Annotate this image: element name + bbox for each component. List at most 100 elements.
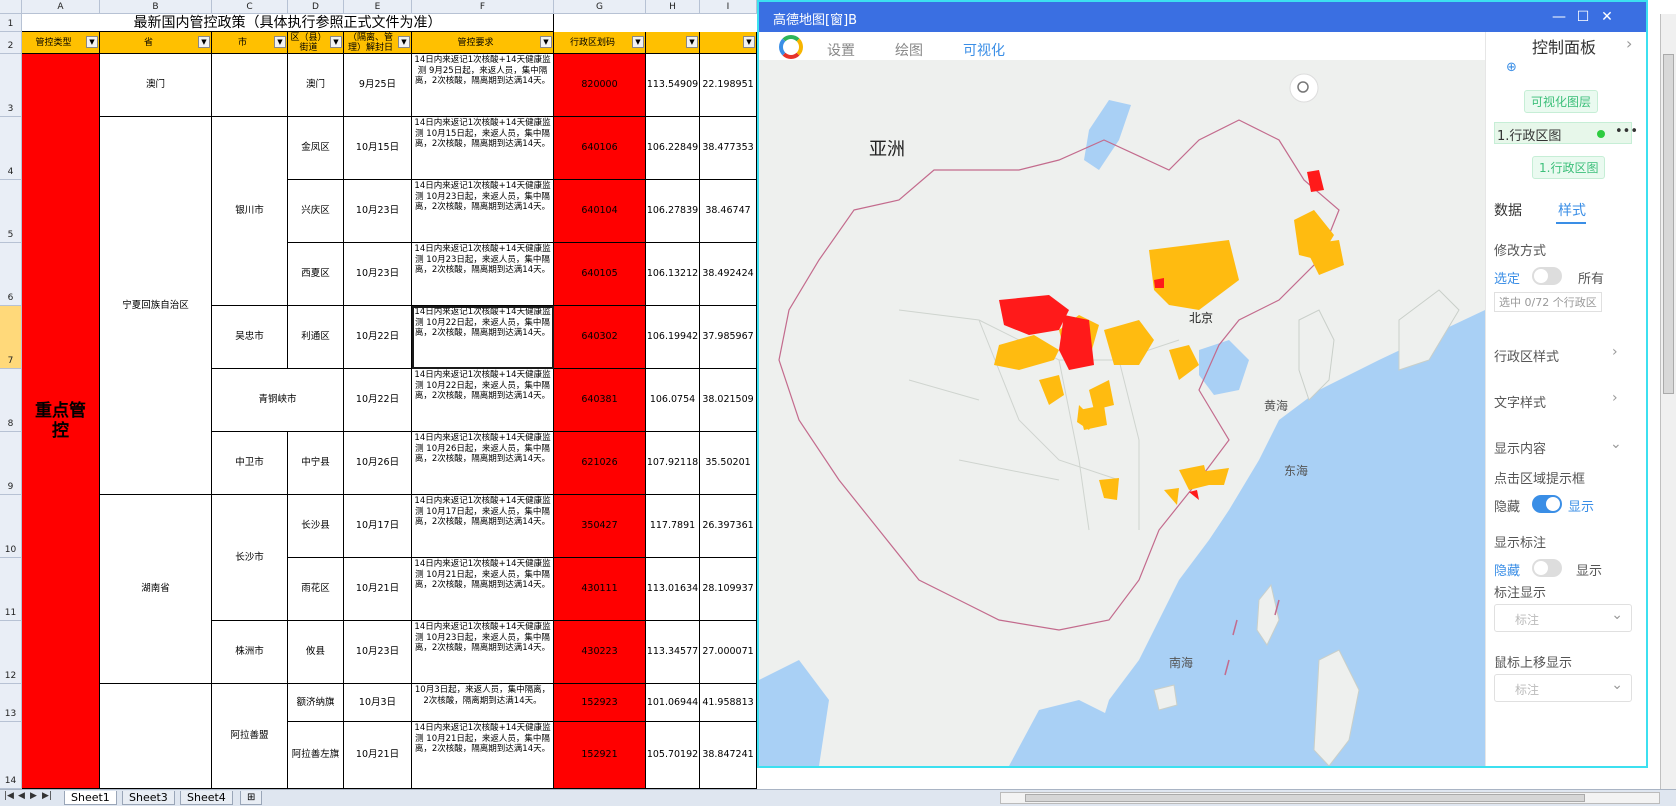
province-cell[interactable]: 澳门 (100, 54, 212, 117)
label-show[interactable]: 显示 (1576, 560, 1602, 579)
prev-sheet-icon[interactable]: ◀ (18, 791, 25, 801)
region-style-row[interactable]: 行政区样式 (1494, 346, 1559, 365)
header-lat[interactable]: ▼ (700, 32, 757, 54)
requirement-cell[interactable]: 14日内来返记1次核酸+14天健康监测 10月21日起，来返人员，集中隔离，2次… (412, 558, 554, 621)
date-cell[interactable]: 10月21日 (344, 558, 412, 621)
row-header[interactable]: 2 (0, 32, 22, 54)
date-cell[interactable]: 10月21日 (344, 722, 412, 789)
latitude-cell[interactable]: 38.46747 (700, 180, 757, 243)
more-icon[interactable]: ••• (1615, 124, 1638, 139)
filter-dropdown-icon[interactable]: ▼ (686, 36, 698, 48)
requirement-cell[interactable]: 10月3日起，来返人员，集中隔离，2次核酸，隔离期到达满14天。 (412, 684, 554, 722)
row-header[interactable]: 5 (0, 180, 22, 243)
requirement-cell[interactable]: 14日内来返记1次核酸+14天健康监测 10月23日起，来返人员，集中隔离，2次… (412, 621, 554, 684)
tab-data[interactable]: 数据 (1494, 200, 1522, 220)
code-cell[interactable]: 152921 (554, 722, 646, 789)
latitude-cell[interactable]: 41.958813 (700, 684, 757, 722)
requirement-cell[interactable]: 14日内来返记1次核酸+14天健康监测 10月23日起，来返人员，集中隔离，2次… (412, 243, 554, 306)
sheet-tab-3[interactable]: Sheet3 (122, 791, 175, 805)
insert-sheet-icon[interactable]: ⊞ (240, 791, 263, 805)
latitude-cell[interactable]: 37.985967 (700, 306, 757, 369)
col-header-i[interactable]: I (700, 0, 757, 14)
code-cell[interactable]: 152923 (554, 684, 646, 722)
district-cell[interactable]: 兴庆区 (288, 180, 344, 243)
district-cell[interactable]: 中宁县 (288, 432, 344, 495)
header-requirement[interactable]: 管控要求 ▼ (412, 32, 554, 54)
district-cell[interactable]: 澳门 (288, 54, 344, 117)
district-cell[interactable]: 西夏区 (288, 243, 344, 306)
longitude-cell[interactable]: 101.06944 (646, 684, 700, 722)
row-header[interactable]: 13 (0, 684, 22, 722)
header-code[interactable]: 行政区划码 ▼ (554, 32, 646, 54)
code-cell[interactable]: 430111 (554, 558, 646, 621)
date-cell[interactable]: 10月23日 (344, 243, 412, 306)
city-cell[interactable]: 银川市 (212, 117, 288, 306)
city-cell[interactable]: 吴忠市 (212, 306, 288, 369)
chevron-right-icon[interactable]: › (1612, 390, 1618, 406)
first-sheet-icon[interactable]: |◀ (4, 791, 14, 801)
row-header[interactable]: 8 (0, 369, 22, 432)
col-header-c[interactable]: C (212, 0, 288, 14)
district-cell[interactable]: 阿拉善左旗 (288, 722, 344, 789)
requirement-cell[interactable]: 14日内来返记1次核酸+14天健康监测 10月26日起，来返人员，集中隔离，2次… (412, 432, 554, 495)
col-header-h[interactable]: H (646, 0, 700, 14)
date-cell[interactable]: 10月23日 (344, 180, 412, 243)
minimize-icon[interactable]: — (1549, 7, 1569, 27)
sheet-tab-4[interactable]: Sheet4 (180, 791, 233, 805)
longitude-cell[interactable]: 106.27839 (646, 180, 700, 243)
longitude-cell[interactable]: 113.54909 (646, 54, 700, 117)
date-cell[interactable]: 10月22日 (344, 306, 412, 369)
col-header-e[interactable]: E (344, 0, 412, 14)
longitude-cell[interactable]: 106.0754 (646, 369, 700, 432)
sheet-title[interactable]: 最新国内管控政策（具体执行参照正式文件为准） (22, 14, 554, 32)
latitude-cell[interactable]: 27.000071 (700, 621, 757, 684)
district-cell[interactable]: 额济纳旗 (288, 684, 344, 722)
layer-item-row[interactable]: 1.行政区图 ••• (1494, 122, 1638, 144)
latitude-cell[interactable]: 22.198951 (700, 54, 757, 117)
code-cell[interactable]: 621026 (554, 432, 646, 495)
filter-dropdown-icon[interactable]: ▼ (743, 36, 755, 48)
filter-dropdown-icon[interactable]: ▼ (398, 36, 410, 48)
menu-settings[interactable]: 设置 (827, 40, 855, 60)
window-titlebar[interactable]: 高德地图[窗]B — ☐ ✕ (759, 2, 1646, 32)
city-cell[interactable]: 中卫市 (212, 432, 288, 495)
hover-display-select[interactable]: 标注 ⌄ (1494, 674, 1632, 702)
last-sheet-icon[interactable]: ▶| (42, 791, 52, 801)
row-header[interactable]: 1 (0, 14, 22, 32)
latitude-cell[interactable]: 38.477353 (700, 117, 757, 180)
district-cell[interactable]: 雨花区 (288, 558, 344, 621)
longitude-cell[interactable]: 117.7891 (646, 495, 700, 558)
row-header[interactable]: 11 (0, 558, 22, 621)
province-cell[interactable] (100, 684, 212, 789)
header-city[interactable]: 市 ▼ (212, 32, 288, 54)
selected-option[interactable]: 选定 (1494, 268, 1520, 287)
filter-dropdown-icon[interactable]: ▼ (330, 36, 342, 48)
city-cell[interactable]: 株洲市 (212, 621, 288, 684)
district-cell[interactable]: 长沙县 (288, 495, 344, 558)
requirement-cell[interactable]: 14日内来返记1次核酸+14天健康监测 10月23日起，来返人员，集中隔离，2次… (412, 180, 554, 243)
label-display-select[interactable]: 标注 ⌄ (1494, 604, 1632, 632)
header-district[interactable]: 区（县）街道 ▼ (288, 32, 344, 54)
city-cell[interactable] (212, 54, 288, 117)
row-header[interactable]: 14 (0, 722, 22, 789)
date-cell[interactable]: 9月25日 (344, 54, 412, 117)
add-layer-icon[interactable]: ⊕ (1506, 60, 1517, 75)
row-header[interactable]: 12 (0, 621, 22, 684)
header-province[interactable]: 省 ▼ (100, 32, 212, 54)
vertical-scrollbar[interactable] (1660, 14, 1676, 789)
tab-style[interactable]: 样式 (1558, 200, 1586, 220)
filter-dropdown-icon[interactable]: ▼ (540, 36, 552, 48)
chevron-right-icon[interactable]: › (1612, 344, 1618, 360)
requirement-cell[interactable]: 14日内来返记1次核酸+14天健康监测 10月15日起，来返人员，集中隔离，2次… (412, 117, 554, 180)
province-cell[interactable]: 湖南省 (100, 495, 212, 684)
text-style-row[interactable]: 文字样式 (1494, 392, 1546, 411)
map-svg[interactable]: 亚洲 北京 黄海 东海 南海 (759, 60, 1485, 766)
maximize-icon[interactable]: ☐ (1573, 7, 1593, 27)
header-date[interactable]: （隔离、管理）解封日 ▼ (344, 32, 412, 54)
header-category[interactable]: 管控类型 ▼ (22, 32, 100, 54)
city-cell[interactable]: 青铜峡市 (212, 369, 344, 432)
select-all-corner[interactable] (0, 0, 22, 14)
requirement-cell[interactable]: 14日内来返记1次核酸+14天健康监测 10月21日起，来返人员，集中隔离，2次… (412, 722, 554, 789)
col-header-b[interactable]: B (100, 0, 212, 14)
row-header[interactable]: 6 (0, 243, 22, 306)
